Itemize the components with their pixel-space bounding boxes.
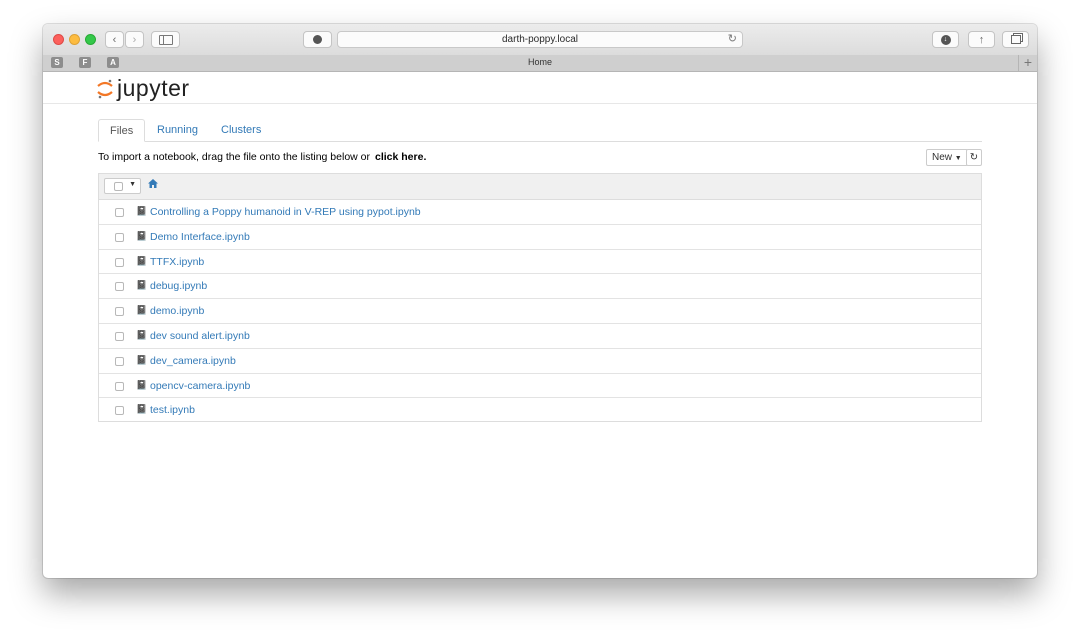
list-item: 📓 opencv-camera.ipynb [99, 374, 981, 399]
chevron-right-icon: › [132, 33, 137, 46]
row-checkbox[interactable] [115, 232, 124, 242]
tabs-overview-button[interactable] [1002, 31, 1029, 48]
notebook-icon: 📓 [136, 404, 148, 415]
notebook-icon: 📓 [136, 230, 148, 241]
row-checkbox[interactable] [115, 257, 124, 267]
notebook-icon: 📓 [136, 280, 148, 291]
select-all-dropdown[interactable]: ▼ [104, 178, 141, 194]
list-item: 📓 debug.ipynb [99, 274, 981, 300]
refresh-icon: ↻ [969, 152, 979, 163]
row-checkbox[interactable] [115, 307, 124, 317]
notebook-list: ▼ 📓 Controlling a Poppy humanoid in V-RE… [98, 173, 982, 422]
list-item: 📓 Controlling a Poppy humanoid in V-REP … [99, 200, 981, 225]
notebook-icon: 📓 [136, 305, 148, 316]
new-dropdown-button[interactable]: New ▼ [926, 149, 968, 166]
notebook-link[interactable]: dev_camera.ipynb [150, 355, 236, 367]
home-icon[interactable] [148, 179, 158, 191]
list-item: 📓 dev_camera.ipynb [99, 349, 981, 374]
sidebar-icon [158, 34, 173, 45]
caret-down-icon: ▼ [129, 181, 136, 188]
browser-toolbar: ‹ › darth-poppy.local ↻ ↓ ↑ [43, 24, 1037, 56]
browser-window: ‹ › darth-poppy.local ↻ ↓ ↑ S F A Home +… [43, 24, 1037, 578]
refresh-button[interactable]: ↻ [966, 149, 982, 166]
jupyter-logo[interactable]: jupyter [97, 75, 190, 102]
row-checkbox[interactable] [115, 208, 124, 217]
tab-running[interactable]: Running [146, 119, 209, 141]
download-icon: ↓ [940, 34, 951, 45]
import-notice-text: To import a notebook, drag the file onto… [98, 151, 370, 163]
tabs-icon [1010, 35, 1021, 44]
share-button[interactable]: ↑ [968, 31, 995, 48]
jupyter-header: jupyter [43, 72, 1037, 104]
back-button[interactable]: ‹ [105, 31, 124, 48]
notebook-link[interactable]: Controlling a Poppy humanoid in V-REP us… [150, 206, 421, 218]
row-checkbox[interactable] [115, 381, 124, 391]
zoom-window-button[interactable] [85, 34, 96, 45]
address-bar[interactable]: darth-poppy.local ↻ [337, 31, 743, 48]
caret-down-icon: ▼ [954, 155, 962, 162]
shield-icon [313, 35, 322, 44]
notebook-link[interactable]: dev sound alert.ipynb [150, 330, 250, 342]
notebook-link[interactable]: demo.ipynb [150, 305, 204, 317]
downloads-button[interactable]: ↓ [932, 31, 959, 48]
list-item: 📓 Demo Interface.ipynb [99, 225, 981, 250]
close-window-button[interactable] [53, 34, 64, 45]
row-checkbox[interactable] [115, 406, 124, 416]
privacy-button[interactable] [303, 31, 332, 48]
tab-files[interactable]: Files [98, 119, 146, 142]
forward-button[interactable]: › [125, 31, 144, 48]
share-icon: ↑ [978, 33, 985, 46]
reload-icon[interactable]: ↻ [728, 32, 737, 47]
new-button-label: New [932, 152, 953, 163]
notebook-icon: 📓 [136, 255, 148, 266]
chevron-left-icon: ‹ [112, 33, 117, 46]
tab-title[interactable]: Home [43, 57, 1037, 67]
notebook-link[interactable]: opencv-camera.ipynb [150, 380, 250, 392]
notebook-icon: 📓 [136, 379, 148, 390]
tab-clusters[interactable]: Clusters [210, 119, 272, 141]
row-checkbox[interactable] [115, 331, 124, 341]
click-here-link[interactable]: click here. [375, 151, 426, 163]
notebook-icon: 📓 [136, 354, 148, 365]
row-checkbox[interactable] [115, 356, 124, 366]
minimize-window-button[interactable] [69, 34, 80, 45]
notebook-icon: 📓 [136, 329, 148, 340]
list-item: 📓 dev sound alert.ipynb [99, 324, 981, 349]
row-checkbox[interactable] [115, 282, 124, 292]
list-header: ▼ [99, 174, 981, 200]
import-notice: To import a notebook, drag the file onto… [98, 151, 426, 163]
notebook-link[interactable]: TTFX.ipynb [150, 256, 204, 268]
new-tab-button[interactable]: + [1018, 55, 1037, 71]
list-item: 📓 demo.ipynb [99, 299, 981, 324]
list-item: 📓 test.ipynb [99, 398, 981, 423]
logo-text: jupyter [117, 75, 190, 101]
favorites-tab-bar: S F A Home + [43, 55, 1037, 72]
notebook-link[interactable]: Demo Interface.ipynb [150, 231, 250, 243]
notebook-icon: 📓 [136, 206, 148, 216]
select-all-checkbox[interactable] [114, 182, 123, 191]
notebook-link[interactable]: debug.ipynb [150, 280, 207, 292]
list-item: 📓 TTFX.ipynb [99, 250, 981, 275]
sidebar-toggle-button[interactable] [151, 31, 180, 48]
jupyter-logo-icon [97, 79, 113, 98]
dashboard-tabs: Files Running Clusters [98, 119, 982, 142]
notebook-link[interactable]: test.ipynb [150, 404, 195, 416]
url-text: darth-poppy.local [502, 34, 578, 45]
